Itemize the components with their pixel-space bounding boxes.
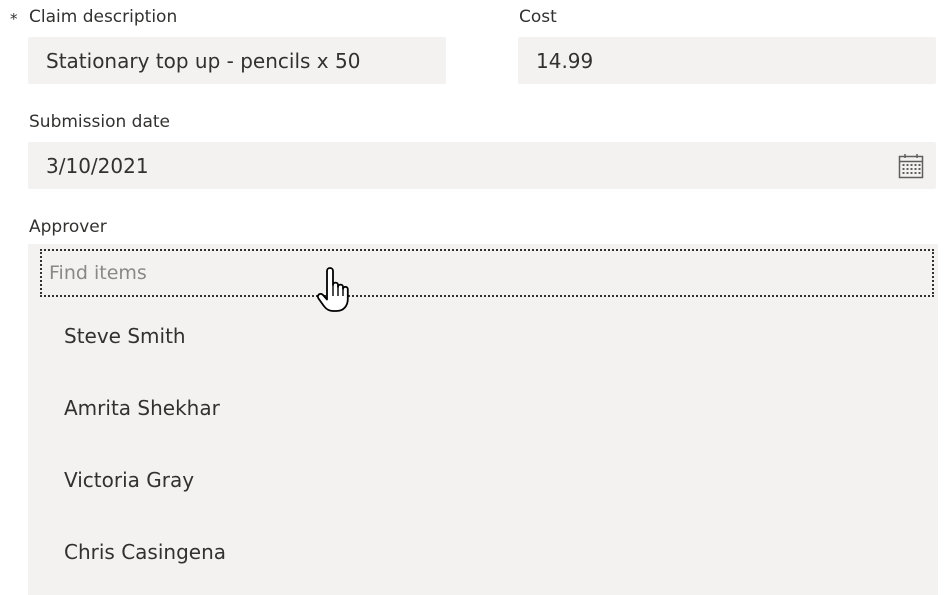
approver-option-label: Victoria Gray	[64, 468, 195, 492]
approver-option-label: Steve Smith	[64, 324, 186, 348]
submission-date-value: 3/10/2021	[46, 153, 149, 178]
approver-option[interactable]: Victoria Gray	[28, 444, 938, 516]
cost-value: 14.99	[536, 48, 594, 73]
claim-description-label: Claim description	[29, 7, 178, 27]
calendar-icon[interactable]	[898, 153, 924, 179]
approver-search-box[interactable]	[40, 249, 934, 297]
claim-description-field[interactable]: Stationary top up - pencils x 50	[28, 37, 446, 84]
approver-option-label: Amrita Shekhar	[64, 396, 220, 420]
required-marker: *	[10, 10, 18, 28]
cost-label: Cost	[519, 7, 557, 27]
claim-description-value: Stationary top up - pencils x 50	[46, 48, 361, 73]
approver-option-label: Chris Casingena	[64, 540, 227, 564]
submission-date-field[interactable]: 3/10/2021	[28, 142, 936, 189]
approver-option[interactable]: Steve Smith	[28, 300, 938, 372]
claim-form: * Claim description Stationary top up - …	[0, 0, 946, 595]
approver-option[interactable]: Amrita Shekhar	[28, 372, 938, 444]
approver-label: Approver	[29, 217, 107, 237]
submission-date-label: Submission date	[29, 112, 170, 132]
approver-dropdown: Steve Smith Amrita Shekhar Victoria Gray…	[28, 244, 938, 595]
approver-search-input[interactable]	[49, 251, 909, 295]
cost-field[interactable]: 14.99	[518, 37, 936, 84]
approver-option[interactable]: Chris Casingena	[28, 516, 938, 588]
